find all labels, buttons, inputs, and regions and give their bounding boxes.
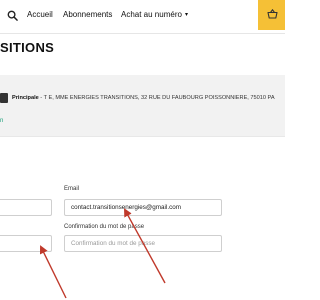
nav-achat-au-numero[interactable]: Achat au numéro ▾ [121,10,188,19]
nav-accueil[interactable]: Accueil [27,10,53,19]
nav-achat-label: Achat au numéro [121,10,182,19]
email-label: Email [64,186,80,192]
top-navigation: Accueil Abonnements Achat au numéro ▾ [0,0,285,34]
address-tag [0,93,8,103]
left-input-field-1[interactable] [0,199,52,216]
address-label: Principale [12,95,39,101]
chevron-down-icon: ▾ [184,12,188,18]
basket-icon [267,9,278,19]
confirm-password-field[interactable]: Confirmation du mot de passe [64,235,222,252]
search-icon[interactable] [7,10,18,21]
address-section: Principale - T E, MME ENERGIES TRANSITIO… [0,75,285,137]
account-form: Email contact.transitionsenergies@gmail.… [0,138,285,300]
address-text: - T E, MME ENERGIES TRANSITIONS, 32 RUE … [38,95,275,101]
address-line: Principale - T E, MME ENERGIES TRANSITIO… [12,95,275,101]
page-title: SITIONS [0,40,55,55]
address-link[interactable]: n [0,118,3,124]
email-field[interactable]: contact.transitionsenergies@gmail.com [64,199,222,216]
nav-abonnements[interactable]: Abonnements [63,10,112,19]
left-input-field-2[interactable] [0,235,52,252]
cart-button[interactable] [258,0,285,30]
confirm-password-label: Confirmation du mot de passe [64,224,145,230]
